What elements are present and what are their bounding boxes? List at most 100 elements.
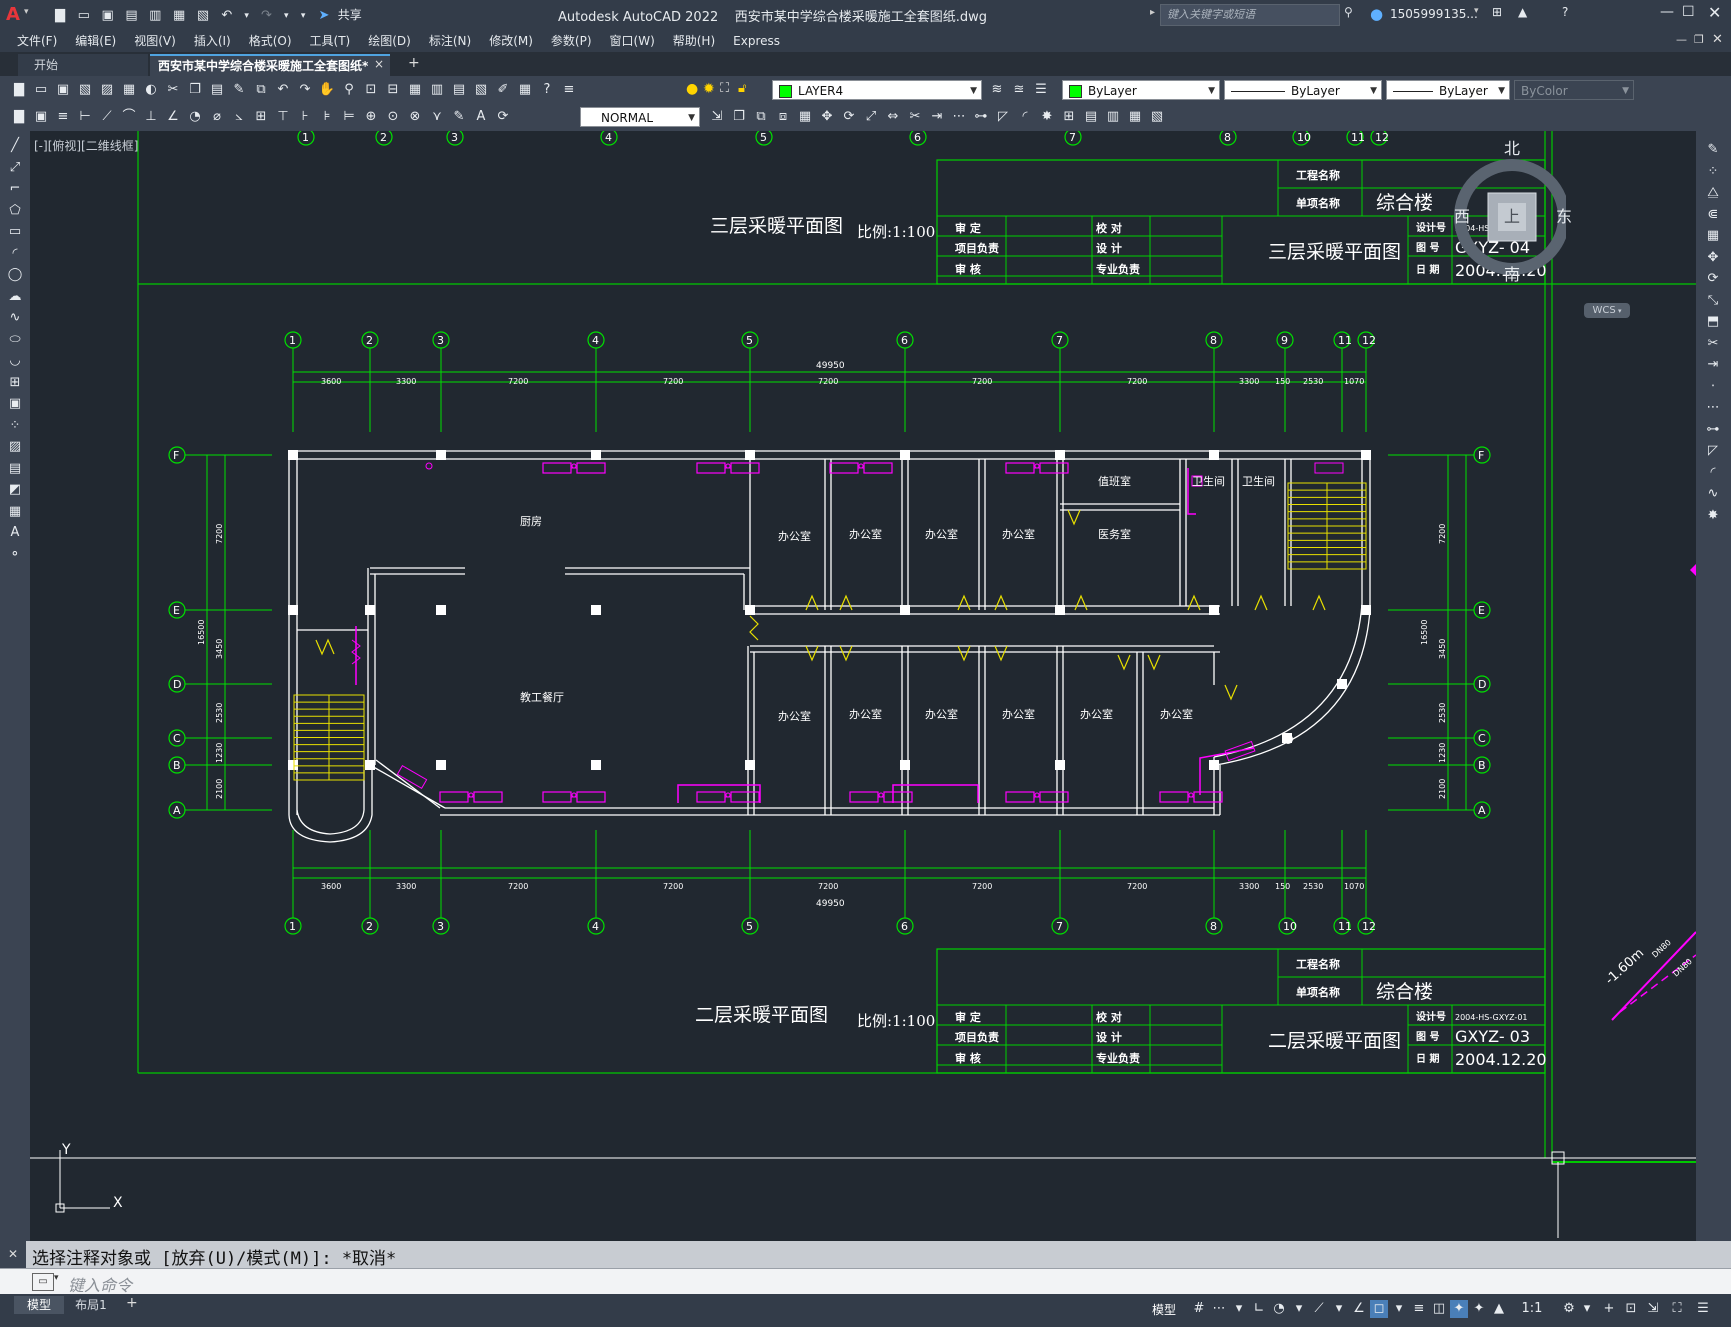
copy-obj-icon[interactable]: ❐ xyxy=(730,108,748,126)
drawing-canvas[interactable]: 1 2 3 4 5 6 7 8 10 11 12 工程名称 单项名称 综合楼审 定校 对项目负责设 计审… xyxy=(30,131,1696,1239)
compass-east[interactable]: 东 xyxy=(1556,203,1572,227)
menu-item[interactable]: 插入(I) xyxy=(185,30,240,52)
style-dropdown[interactable]: NORMAL ▼ xyxy=(580,107,700,127)
linetype-dropdown[interactable]: ByLayer ▼ xyxy=(1224,80,1382,100)
arc-length-icon[interactable]: ⌒ xyxy=(120,108,138,126)
open-file-icon[interactable]: ▭ xyxy=(76,8,92,24)
menu-item[interactable]: 视图(V) xyxy=(125,30,185,52)
wblock-icon[interactable]: ▥ xyxy=(1104,108,1122,126)
command-input[interactable]: 键入命令 xyxy=(68,1272,132,1296)
workspace-dropdown-icon[interactable]: ▾ xyxy=(1578,1300,1596,1318)
plus-icon[interactable]: + xyxy=(1600,1300,1618,1318)
layer-properties-icon[interactable]: ☰ xyxy=(1032,81,1050,99)
ordinate-icon[interactable]: ⊥ xyxy=(142,108,160,126)
command-recent-chevron-icon[interactable]: ▾ xyxy=(54,1273,59,1283)
compass-west[interactable]: 西 xyxy=(1454,203,1470,227)
plot-icon[interactable]: ▧ xyxy=(76,81,94,99)
menu-item[interactable]: 帮助(H) xyxy=(664,30,724,52)
continue-icon[interactable]: ⊦ xyxy=(296,108,314,126)
autodesk-app-icon[interactable]: ▲ xyxy=(1518,5,1527,19)
tab-drawing[interactable]: 西安市某中学综合楼采暖施工全套图纸* × xyxy=(150,54,390,76)
plot-icon[interactable]: ▧ xyxy=(195,8,211,24)
qnew-icon[interactable]: ▇ xyxy=(10,81,28,99)
add-layout-button[interactable]: + xyxy=(126,1295,138,1311)
snap-dropdown-icon[interactable]: ▾ xyxy=(1230,1300,1248,1318)
insert-block-icon[interactable]: ⊞ xyxy=(4,374,26,392)
fullscreen-icon[interactable]: ⛶ xyxy=(1668,1300,1686,1318)
stretch-icon[interactable]: ⬒ xyxy=(1702,313,1724,331)
center-mark-icon[interactable]: ⊙ xyxy=(384,108,402,126)
lineweight-dropdown[interactable]: ByLayer ▼ xyxy=(1386,80,1510,100)
radius-dim-icon[interactable]: ◔ xyxy=(186,108,204,126)
sheet-set-icon[interactable]: ▧ xyxy=(472,81,490,99)
save-icon[interactable]: ▣ xyxy=(32,108,50,126)
erase-icon[interactable]: ✎ xyxy=(1702,141,1724,159)
make-block-icon[interactable]: ▣ xyxy=(4,395,26,413)
autocad-logo-icon[interactable]: A xyxy=(6,4,20,25)
copy-icon[interactable]: ⁘ xyxy=(1702,163,1724,181)
explode-icon[interactable]: ✸ xyxy=(1038,108,1056,126)
linear-dim-icon[interactable]: ⊢ xyxy=(76,108,94,126)
user-dropdown-icon[interactable]: ▾ xyxy=(1474,6,1479,16)
blend-icon[interactable]: ∿ xyxy=(1702,485,1724,503)
break-icon[interactable]: ⊨ xyxy=(340,108,358,126)
offset-icon[interactable]: ⧈ xyxy=(774,108,792,126)
move-icon[interactable]: ✥ xyxy=(818,108,836,126)
fillet-icon[interactable]: ◜ xyxy=(1702,464,1724,482)
jog-line-icon[interactable]: ⋎ xyxy=(428,108,446,126)
command-line[interactable]: ▭ ▾ 键入命令 xyxy=(0,1268,1731,1295)
undo-icon[interactable]: ↶ xyxy=(274,81,292,99)
aligned-dim-icon[interactable]: ⟋ xyxy=(98,108,116,126)
app-menu-chevron-icon[interactable]: ▾ xyxy=(24,7,29,17)
menu-item[interactable]: 标注(N) xyxy=(420,30,480,52)
chamfer-icon[interactable]: ◸ xyxy=(1702,442,1724,460)
image-icon[interactable]: ▧ xyxy=(1148,108,1166,126)
join-icon[interactable]: ⊶ xyxy=(972,108,990,126)
annotation-scale-value[interactable]: 1:1 xyxy=(1520,1300,1544,1318)
maximize-icon[interactable]: ☐ xyxy=(1682,4,1695,20)
scale-icon[interactable]: ⤢ xyxy=(862,108,880,126)
compass-south[interactable]: 南 xyxy=(1504,261,1520,285)
circle-icon[interactable]: ◯ xyxy=(4,266,26,284)
osnap-tracking-icon[interactable]: ∠ xyxy=(1350,1300,1368,1318)
cart-icon[interactable]: ⊞ xyxy=(1492,5,1502,19)
fillet-icon[interactable]: ◜ xyxy=(1016,108,1034,126)
properties-icon[interactable]: ▦ xyxy=(406,81,424,99)
offset-icon[interactable]: ⋐ xyxy=(1702,206,1724,224)
tab-close-icon[interactable]: × xyxy=(374,57,384,71)
trim-icon[interactable]: ✂ xyxy=(1702,335,1724,353)
region-icon[interactable]: ◩ xyxy=(4,481,26,499)
line-icon[interactable]: ╱ xyxy=(4,137,26,155)
menu-item[interactable]: 绘图(D) xyxy=(359,30,420,52)
rotate-icon[interactable]: ⟳ xyxy=(1702,270,1724,288)
cut-icon[interactable]: ✂ xyxy=(164,81,182,99)
redo-icon[interactable]: ↷ xyxy=(296,81,314,99)
rectangle-icon[interactable]: ▭ xyxy=(4,223,26,241)
add-selected-icon[interactable]: ⚬ xyxy=(4,546,26,564)
redo-icon[interactable]: ↷ xyxy=(258,8,274,24)
markup-icon[interactable]: ✐ xyxy=(494,81,512,99)
layer-icon[interactable]: ≡ xyxy=(54,108,72,126)
search-input[interactable]: 键入关键字或短语 xyxy=(1161,8,1255,21)
grid-icon[interactable]: # xyxy=(1190,1300,1208,1318)
scale-icon[interactable]: ⤡ xyxy=(1702,292,1724,310)
calculator-icon[interactable]: ▦ xyxy=(516,81,534,99)
command-close-icon[interactable]: ✕ xyxy=(8,1247,18,1261)
diameter-dim-icon[interactable]: ⌀ xyxy=(208,108,226,126)
snap-icon[interactable]: ⋯ xyxy=(1210,1300,1228,1318)
annotation-scale-icon[interactable]: ▲ xyxy=(1490,1300,1508,1318)
mirror-icon[interactable]: ⧉ xyxy=(752,108,770,126)
tab-start[interactable]: 开始 xyxy=(18,54,148,76)
stretch-icon[interactable]: ⇔ xyxy=(884,108,902,126)
construction-line-icon[interactable]: ⤢ xyxy=(4,159,26,177)
attach-icon[interactable]: ▦ xyxy=(1126,108,1144,126)
chamfer-icon[interactable]: ◸ xyxy=(994,108,1012,126)
wcs-menu[interactable]: WCS ▾ xyxy=(1584,303,1630,318)
isodraft-dropdown-icon[interactable]: ▾ xyxy=(1330,1300,1348,1318)
update-icon[interactable]: ⟳ xyxy=(494,108,512,126)
tab-layout1[interactable]: 布局1 xyxy=(66,1296,116,1314)
move-icon[interactable]: ✥ xyxy=(1702,249,1724,267)
save-as-icon[interactable]: ▤ xyxy=(123,8,139,24)
layer-lock-icon[interactable]: 🔓︎ xyxy=(738,81,746,96)
gradient-icon[interactable]: ▤ xyxy=(4,460,26,478)
